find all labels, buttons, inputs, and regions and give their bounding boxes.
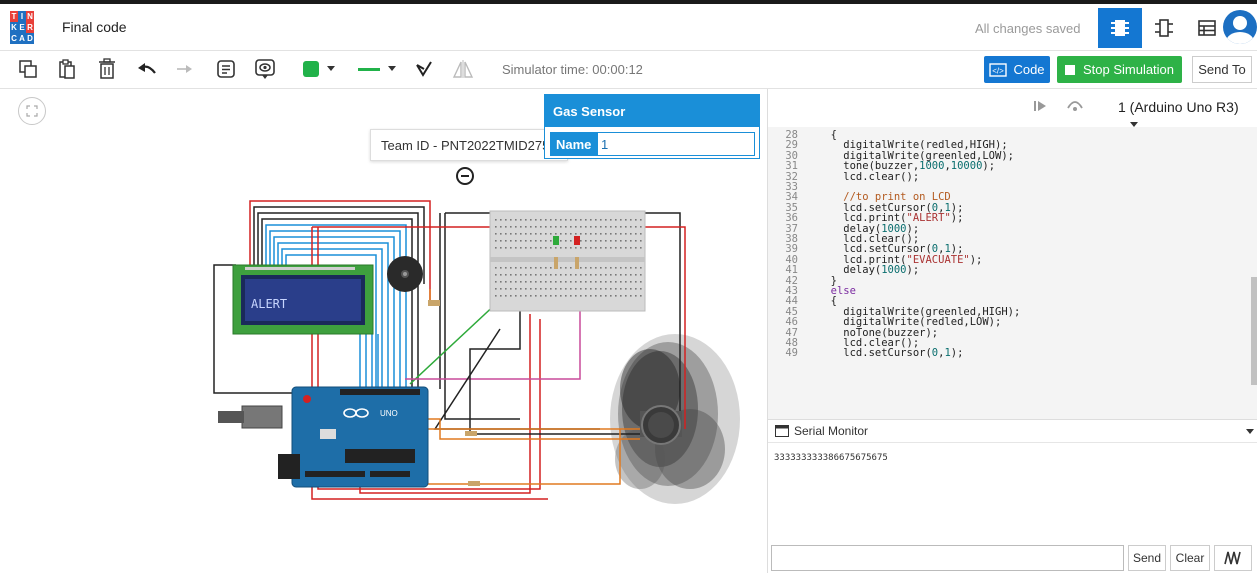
logo-letter: I <box>18 11 26 22</box>
code-panel-toolbar: 1 (Arduino Uno R3) <box>768 89 1257 127</box>
chevron-down-icon[interactable] <box>1246 429 1254 435</box>
serial-monitor-header[interactable]: Serial Monitor <box>768 419 1257 443</box>
code-panel: 1 (Arduino Uno R3) 28 {29 digitalWrite(r… <box>767 89 1257 573</box>
code-scrollbar[interactable] <box>1249 127 1257 419</box>
simulator-time: Simulator time: 00:00:12 <box>502 62 643 77</box>
code-icon: </> <box>989 62 1008 77</box>
resistor <box>465 431 477 436</box>
tinkercad-logo[interactable]: TINKERCAD <box>10 11 34 45</box>
resistor <box>428 300 440 306</box>
code-button-label: Code <box>1013 62 1045 77</box>
terminal-icon <box>775 425 789 437</box>
stop-simulation-label: Stop Simulation <box>1082 62 1175 77</box>
device-label: 1 (Arduino Uno R3) <box>1118 99 1239 115</box>
rotate-icon <box>416 61 432 77</box>
trash-icon <box>99 58 115 79</box>
code-line[interactable]: lcd.setCursor(0,1); <box>818 348 963 359</box>
red-led <box>574 236 580 245</box>
serial-clear-button[interactable]: Clear <box>1170 545 1210 571</box>
chevron-down-icon <box>327 66 335 71</box>
table-icon <box>1198 20 1216 36</box>
undo-icon <box>138 63 156 74</box>
flip-button <box>452 57 474 81</box>
logo-letter: D <box>26 33 34 44</box>
app-header: TINKERCAD Final code All changes saved <box>0 4 1257 51</box>
copy-icon <box>19 60 37 78</box>
graph-button[interactable] <box>1214 545 1252 571</box>
piezo-buzzer <box>387 256 423 292</box>
serial-monitor-title: Serial Monitor <box>794 424 869 438</box>
gas-sensor <box>640 405 682 445</box>
lcd-display: ALERT <box>232 264 374 335</box>
green-led <box>553 236 559 245</box>
notes-icon <box>217 60 235 78</box>
logo-letter: T <box>10 11 18 22</box>
stop-icon <box>1064 64 1075 75</box>
logo-letter: C <box>10 33 18 44</box>
serial-input-row: Send Clear <box>768 543 1257 573</box>
logo-letter: R <box>26 22 34 33</box>
circuit-canvas[interactable]: ALERT UNO Team ID - PNT2022TMID2755 Gas … <box>0 89 766 573</box>
component-inspector: Gas Sensor Name 1 <box>544 94 760 159</box>
logo-letter: A <box>18 33 26 44</box>
resistor <box>468 481 480 486</box>
code-editor[interactable]: 28 {29 digitalWrite(redled,HIGH); 30 digi… <box>768 127 1257 419</box>
serial-output: 333333333386675675675 <box>774 453 888 463</box>
save-status: All changes saved <box>975 21 1081 36</box>
logo-letter: K <box>10 22 18 33</box>
redo-button[interactable] <box>174 57 194 81</box>
circuit-drawing: ALERT UNO <box>213 200 740 504</box>
circuit-view-button[interactable] <box>1098 8 1142 48</box>
arduino-uno-board: UNO <box>218 386 429 488</box>
remove-component-icon[interactable] <box>456 167 474 185</box>
delete-button[interactable] <box>97 57 117 81</box>
line-style-picker[interactable] <box>354 57 400 81</box>
code-line[interactable]: lcd.clear(); <box>818 171 919 182</box>
user-avatar[interactable] <box>1223 10 1257 44</box>
schematic-view-button[interactable] <box>1142 8 1186 48</box>
redo-icon <box>177 65 192 73</box>
name-label: Name <box>550 132 598 156</box>
paste-icon <box>59 59 75 79</box>
breadboard <box>489 210 646 312</box>
team-id-tooltip: Team ID - PNT2022TMID2755 <box>370 129 568 161</box>
step-over-icon[interactable] <box>1033 100 1047 112</box>
fill-color-swatch <box>303 61 319 77</box>
lcd-text: ALERT <box>251 297 287 311</box>
design-title[interactable]: Final code <box>62 19 127 35</box>
schematic-icon <box>1155 19 1173 37</box>
notes-button[interactable] <box>216 57 236 81</box>
chip-icon <box>1111 20 1129 36</box>
stop-simulation-button[interactable]: Stop Simulation <box>1057 56 1182 83</box>
flip-icon <box>452 60 474 78</box>
send-to-button[interactable]: Send To <box>1192 56 1252 83</box>
undo-button[interactable] <box>137 57 157 81</box>
name-input[interactable]: 1 <box>595 132 755 156</box>
chevron-down-icon <box>388 66 396 71</box>
paste-button[interactable] <box>57 57 77 81</box>
line-number: 49 <box>785 347 798 360</box>
rotate-button[interactable] <box>414 57 434 81</box>
logo-letter: N <box>26 11 34 22</box>
logo-letter: E <box>18 22 26 33</box>
copy-button[interactable] <box>18 57 38 81</box>
svg-text:</>: </> <box>993 66 1005 75</box>
waveform-icon <box>1224 551 1241 565</box>
debug-icon[interactable] <box>1066 98 1084 112</box>
serial-input[interactable] <box>771 545 1124 571</box>
arduino-label: UNO <box>380 409 398 418</box>
eye-bubble-icon <box>255 59 275 79</box>
line-style-swatch <box>358 67 380 71</box>
fill-color-picker[interactable] <box>298 57 340 81</box>
code-button[interactable]: </> Code <box>984 56 1050 83</box>
toolbar: Simulator time: 00:00:12 </> Code Stop S… <box>0 51 1257 89</box>
inspector-title: Gas Sensor <box>545 95 759 127</box>
serial-send-button[interactable]: Send <box>1128 545 1166 571</box>
annotation-visibility-button[interactable] <box>254 57 276 81</box>
